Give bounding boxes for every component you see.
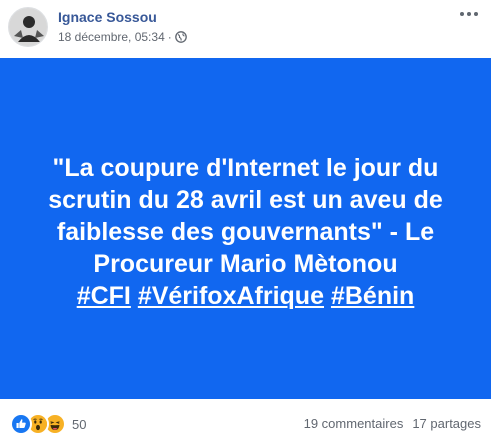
facebook-post: Ignace Sossou 18 décembre, 05:34 · "La c… xyxy=(0,0,491,445)
hashtag-cfi[interactable]: #CFI xyxy=(77,282,131,310)
reactions-summary[interactable]: 50 xyxy=(10,413,86,435)
post-header: Ignace Sossou 18 décembre, 05:34 · xyxy=(0,0,491,58)
avatar-image xyxy=(9,8,47,46)
text-background-card: "La coupure d'Internet le jour du scruti… xyxy=(0,58,491,399)
post-timestamp[interactable]: 18 décembre, 05:34 xyxy=(58,30,165,44)
hashtag-list: #CFI #VérifoxAfrique #Bénin xyxy=(26,280,466,312)
post-stats: 19 commentaires 17 partages xyxy=(304,416,481,431)
hashtag-verifoxafrique[interactable]: #VérifoxAfrique xyxy=(138,282,324,310)
author-avatar[interactable] xyxy=(8,7,48,47)
globe-icon[interactable] xyxy=(174,31,187,43)
more-options-icon[interactable] xyxy=(457,4,481,24)
shares-count[interactable]: 17 partages xyxy=(412,416,481,431)
comments-count[interactable]: 19 commentaires xyxy=(304,416,404,431)
quote-text: "La coupure d'Internet le jour du scruti… xyxy=(48,153,443,278)
reaction-count: 50 xyxy=(72,416,87,432)
author-name[interactable]: Ignace Sossou xyxy=(58,9,157,25)
post-meta: 18 décembre, 05:34 · xyxy=(58,30,187,44)
meta-separator: · xyxy=(167,30,172,44)
like-icon xyxy=(10,413,32,435)
card-text: "La coupure d'Internet le jour du scruti… xyxy=(26,152,466,312)
more-dot xyxy=(460,12,464,16)
post-footer: 50 19 commentaires 17 partages xyxy=(0,399,491,445)
more-dot xyxy=(474,12,478,16)
more-dot xyxy=(467,12,471,16)
hashtag-benin[interactable]: #Bénin xyxy=(331,282,414,310)
